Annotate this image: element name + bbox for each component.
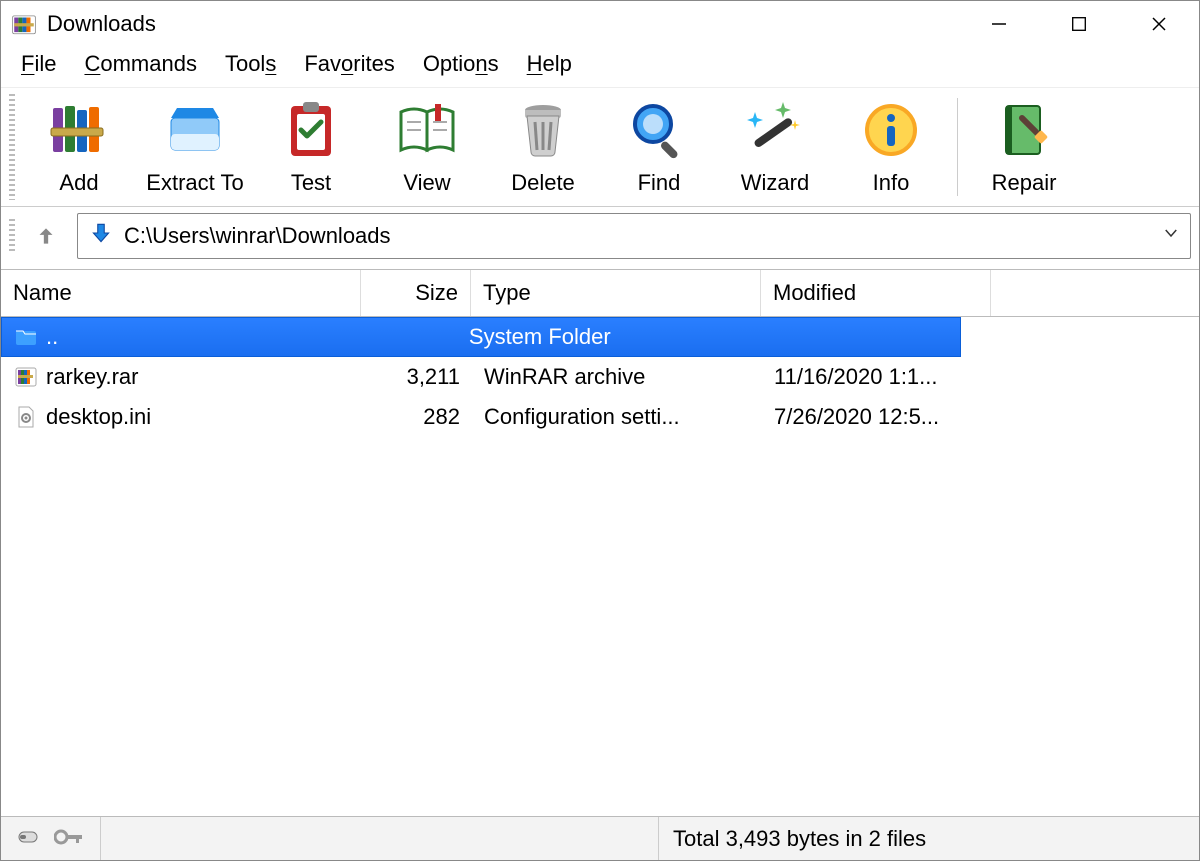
file-size bbox=[350, 333, 457, 341]
file-modified: 7/26/2020 12:5... bbox=[762, 400, 992, 434]
address-path: C:\Users\winrar\Downloads bbox=[124, 223, 391, 249]
titlebar: Downloads bbox=[1, 1, 1199, 47]
rar-file-icon bbox=[14, 365, 38, 389]
info-button[interactable]: Info bbox=[833, 94, 949, 200]
column-header-type[interactable]: Type bbox=[471, 270, 761, 316]
file-type: Configuration setti... bbox=[472, 400, 762, 434]
file-size: 282 bbox=[362, 400, 472, 434]
toolbar-label: Repair bbox=[992, 170, 1057, 196]
list-item[interactable]: desktop.ini 282 Configuration setti... 7… bbox=[1, 397, 1199, 437]
toolbar-grip[interactable] bbox=[9, 94, 15, 200]
address-row: C:\Users\winrar\Downloads bbox=[1, 207, 1199, 270]
file-name: desktop.ini bbox=[46, 404, 151, 430]
ini-file-icon bbox=[14, 405, 38, 429]
list-item-parent-folder[interactable]: .. System Folder bbox=[1, 317, 961, 357]
toolbar-label: View bbox=[403, 170, 450, 196]
file-name: rarkey.rar bbox=[46, 364, 139, 390]
column-header-size[interactable]: Size bbox=[361, 270, 471, 316]
toolbar: Add Extract To Test bbox=[1, 87, 1199, 207]
add-button[interactable]: Add bbox=[21, 94, 137, 200]
file-list-header: Name Size Type Modified bbox=[1, 270, 1199, 317]
magic-wand-icon bbox=[739, 94, 811, 166]
toolbar-label: Info bbox=[873, 170, 910, 196]
window-controls bbox=[959, 1, 1199, 47]
toolbar-separator bbox=[957, 98, 958, 196]
address-grip[interactable] bbox=[9, 219, 15, 253]
file-type: WinRAR archive bbox=[472, 360, 762, 394]
view-button[interactable]: View bbox=[369, 94, 485, 200]
statusbar: Total 3,493 bytes in 2 files bbox=[1, 816, 1199, 860]
menu-file[interactable]: File bbox=[21, 51, 56, 77]
disk-icon bbox=[18, 826, 44, 852]
address-combobox[interactable]: C:\Users\winrar\Downloads bbox=[77, 213, 1191, 259]
minimize-button[interactable] bbox=[959, 1, 1039, 47]
delete-button[interactable]: Delete bbox=[485, 94, 601, 200]
status-summary: Total 3,493 bytes in 2 files bbox=[659, 817, 1199, 860]
file-modified bbox=[737, 333, 960, 341]
toolbar-label: Test bbox=[291, 170, 331, 196]
toolbar-label: Find bbox=[638, 170, 681, 196]
file-size: 3,211 bbox=[362, 360, 472, 394]
chevron-down-icon[interactable] bbox=[1162, 224, 1180, 248]
extract-to-button[interactable]: Extract To bbox=[137, 94, 253, 200]
menu-tools[interactable]: Tools bbox=[225, 51, 276, 77]
open-book-icon bbox=[391, 94, 463, 166]
file-type: System Folder bbox=[457, 320, 737, 354]
magnifier-icon bbox=[623, 94, 695, 166]
books-stack-icon bbox=[43, 94, 115, 166]
repair-button[interactable]: Repair bbox=[966, 94, 1082, 200]
list-item[interactable]: rarkey.rar 3,211 WinRAR archive 11/16/20… bbox=[1, 357, 1199, 397]
repair-book-icon bbox=[988, 94, 1060, 166]
folder-up-icon bbox=[14, 325, 38, 349]
toolbar-label: Delete bbox=[511, 170, 575, 196]
status-middle bbox=[101, 817, 659, 860]
menubar: File Commands Tools Favorites Options He… bbox=[1, 47, 1199, 87]
info-icon bbox=[855, 94, 927, 166]
column-header-spacer bbox=[991, 270, 1199, 316]
trash-icon bbox=[507, 94, 579, 166]
test-button[interactable]: Test bbox=[253, 94, 369, 200]
open-box-icon bbox=[159, 94, 231, 166]
toolbar-label: Wizard bbox=[741, 170, 809, 196]
column-header-modified[interactable]: Modified bbox=[761, 270, 991, 316]
menu-help[interactable]: Help bbox=[527, 51, 572, 77]
menu-options[interactable]: Options bbox=[423, 51, 499, 77]
winrar-app-icon bbox=[11, 11, 37, 37]
menu-favorites[interactable]: Favorites bbox=[304, 51, 395, 77]
status-security-indicator[interactable] bbox=[1, 817, 101, 860]
file-name: .. bbox=[46, 324, 58, 350]
file-modified: 11/16/2020 1:1... bbox=[762, 360, 992, 394]
up-one-level-button[interactable] bbox=[25, 215, 67, 257]
window-title: Downloads bbox=[47, 11, 959, 37]
down-arrow-icon bbox=[88, 220, 114, 252]
column-header-name[interactable]: Name bbox=[1, 270, 361, 316]
toolbar-label: Add bbox=[59, 170, 98, 196]
toolbar-label: Extract To bbox=[146, 170, 243, 196]
clipboard-check-icon bbox=[275, 94, 347, 166]
close-button[interactable] bbox=[1119, 1, 1199, 47]
file-list[interactable]: .. System Folder rarkey.rar 3,211 WinRAR… bbox=[1, 317, 1199, 816]
key-icon bbox=[54, 826, 84, 852]
menu-commands[interactable]: Commands bbox=[84, 51, 196, 77]
maximize-button[interactable] bbox=[1039, 1, 1119, 47]
wizard-button[interactable]: Wizard bbox=[717, 94, 833, 200]
find-button[interactable]: Find bbox=[601, 94, 717, 200]
